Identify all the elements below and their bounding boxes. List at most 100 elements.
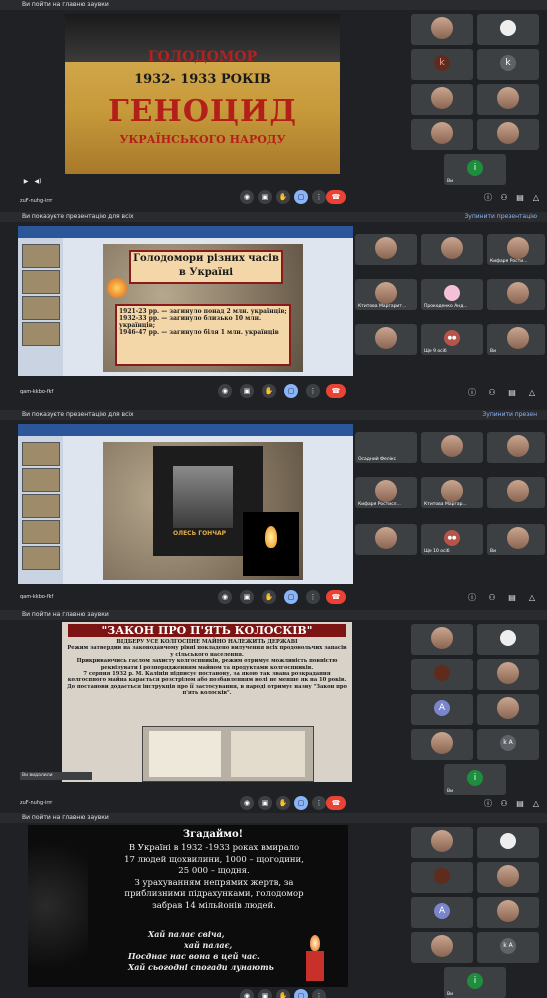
camera-icon[interactable]: ▣ — [258, 190, 272, 204]
participant-tile[interactable]: Ктитова Маргарит... — [355, 279, 417, 310]
thumbnail[interactable] — [22, 546, 60, 570]
participant-tile[interactable] — [477, 659, 539, 690]
participant-tile[interactable] — [355, 324, 417, 355]
people-icon[interactable]: ⚇ — [498, 192, 510, 204]
stop-presenting-button[interactable]: Зупинити презен — [482, 410, 537, 420]
chat-icon[interactable]: ▤ — [514, 192, 526, 204]
participant-tile[interactable] — [487, 432, 545, 463]
participant-tile[interactable] — [477, 827, 539, 858]
participant-tile[interactable] — [487, 477, 545, 508]
activities-icon[interactable]: △ — [526, 387, 538, 399]
participant-tile[interactable]: A — [411, 897, 473, 928]
participant-tile[interactable] — [421, 234, 483, 265]
participant-tile[interactable] — [477, 119, 539, 150]
participant-tile[interactable] — [477, 624, 539, 655]
mic-icon[interactable]: ◉ — [240, 796, 254, 810]
play-icon[interactable]: ▶ — [20, 176, 32, 188]
mic-icon[interactable]: ◉ — [218, 590, 232, 604]
participant-tile[interactable] — [477, 84, 539, 115]
participant-tile[interactable]: Кифаря Рости... — [487, 234, 545, 265]
self-tile[interactable]: Ви — [487, 324, 545, 355]
people-icon[interactable]: ⚇ — [498, 798, 510, 810]
volume-icon[interactable]: ◀) — [32, 176, 44, 188]
participant-tile[interactable]: Прокоденко Анд... — [421, 279, 483, 310]
stop-presenting-button[interactable]: Зупинити презентацію — [464, 212, 537, 222]
more-participants-tile[interactable]: ●● Ще 10 осіб — [421, 524, 483, 555]
more-icon[interactable]: ⋮ — [306, 384, 320, 398]
info-icon[interactable]: ⓘ — [466, 387, 478, 399]
thumbnail[interactable] — [22, 468, 60, 492]
camera-icon[interactable]: ▣ — [240, 384, 254, 398]
participant-tile[interactable] — [411, 119, 473, 150]
participant-tile[interactable] — [487, 279, 545, 310]
thumbnail[interactable] — [22, 270, 60, 294]
thumbnail[interactable] — [22, 322, 60, 346]
more-icon[interactable]: ⋮ — [306, 590, 320, 604]
present-icon[interactable]: ▢ — [294, 796, 308, 810]
participant-tile[interactable] — [411, 84, 473, 115]
present-icon[interactable]: ▢ — [294, 190, 308, 204]
info-icon[interactable]: ⓘ — [482, 192, 494, 204]
participant-tile[interactable]: A — [411, 694, 473, 725]
info-icon[interactable]: ⓘ — [482, 798, 494, 810]
people-icon[interactable]: ⚇ — [486, 592, 498, 604]
thumbnail[interactable] — [22, 494, 60, 518]
self-tile[interactable]: i Ви — [444, 154, 506, 185]
mic-icon[interactable]: ◉ — [240, 190, 254, 204]
activities-icon[interactable]: △ — [530, 798, 542, 810]
activities-icon[interactable]: △ — [530, 192, 542, 204]
mic-icon[interactable]: ◉ — [218, 384, 232, 398]
thumbnail[interactable] — [22, 244, 60, 268]
end-call-button[interactable]: ☎ — [326, 190, 346, 204]
thumbnail[interactable] — [22, 442, 60, 466]
participant-tile[interactable] — [477, 862, 539, 893]
hand-icon[interactable]: ✋ — [276, 989, 290, 998]
thumbnail[interactable] — [22, 520, 60, 544]
participant-tile[interactable] — [411, 729, 473, 760]
end-call-button[interactable]: ☎ — [326, 384, 346, 398]
end-call-button[interactable]: ☎ — [326, 590, 346, 604]
participant-tile[interactable] — [477, 694, 539, 725]
participant-tile[interactable] — [355, 524, 417, 555]
participant-tile[interactable] — [411, 624, 473, 655]
info-icon[interactable]: ⓘ — [466, 592, 478, 604]
chat-icon[interactable]: ▤ — [506, 592, 518, 604]
self-tile[interactable]: Ви — [487, 524, 545, 555]
camera-icon[interactable]: ▣ — [258, 796, 272, 810]
hand-icon[interactable]: ✋ — [276, 796, 290, 810]
chat-icon[interactable]: ▤ — [514, 798, 526, 810]
more-participants-tile[interactable]: k A — [477, 729, 539, 760]
more-icon[interactable]: ⋮ — [312, 190, 326, 204]
more-icon[interactable]: ⋮ — [312, 989, 326, 998]
more-icon[interactable]: ⋮ — [312, 796, 326, 810]
participant-tile[interactable]: Кифаря Ростисл... — [355, 477, 417, 508]
participant-tile[interactable] — [421, 432, 483, 463]
chat-icon[interactable]: ▤ — [506, 387, 518, 399]
participant-tile[interactable] — [411, 932, 473, 963]
present-icon[interactable]: ▢ — [284, 384, 298, 398]
self-tile[interactable]: i Ви — [444, 764, 506, 795]
participant-tile[interactable]: k — [411, 49, 473, 80]
present-icon[interactable]: ▢ — [284, 590, 298, 604]
participant-tile[interactable] — [477, 897, 539, 928]
more-participants-tile[interactable]: k A — [477, 932, 539, 963]
self-tile[interactable]: i Ви — [444, 967, 506, 998]
participant-tile[interactable] — [411, 14, 473, 45]
participant-tile[interactable] — [355, 234, 417, 265]
mic-icon[interactable]: ◉ — [240, 989, 254, 998]
people-icon[interactable]: ⚇ — [486, 387, 498, 399]
present-icon[interactable]: ▢ — [294, 989, 308, 998]
camera-icon[interactable]: ▣ — [258, 989, 272, 998]
participant-tile[interactable]: Осадний Фелікс — [355, 432, 417, 463]
hand-icon[interactable]: ✋ — [262, 384, 276, 398]
end-call-button[interactable]: ☎ — [326, 796, 346, 810]
participant-tile[interactable] — [411, 827, 473, 858]
participant-tile[interactable] — [411, 862, 473, 893]
participant-tile[interactable]: k — [477, 49, 539, 80]
more-participants-tile[interactable]: ●● Ще 9 осіб — [421, 324, 483, 355]
thumbnail[interactable] — [22, 296, 60, 320]
hand-icon[interactable]: ✋ — [262, 590, 276, 604]
participant-tile[interactable] — [477, 14, 539, 45]
hand-icon[interactable]: ✋ — [276, 190, 290, 204]
participant-tile[interactable] — [411, 659, 473, 690]
